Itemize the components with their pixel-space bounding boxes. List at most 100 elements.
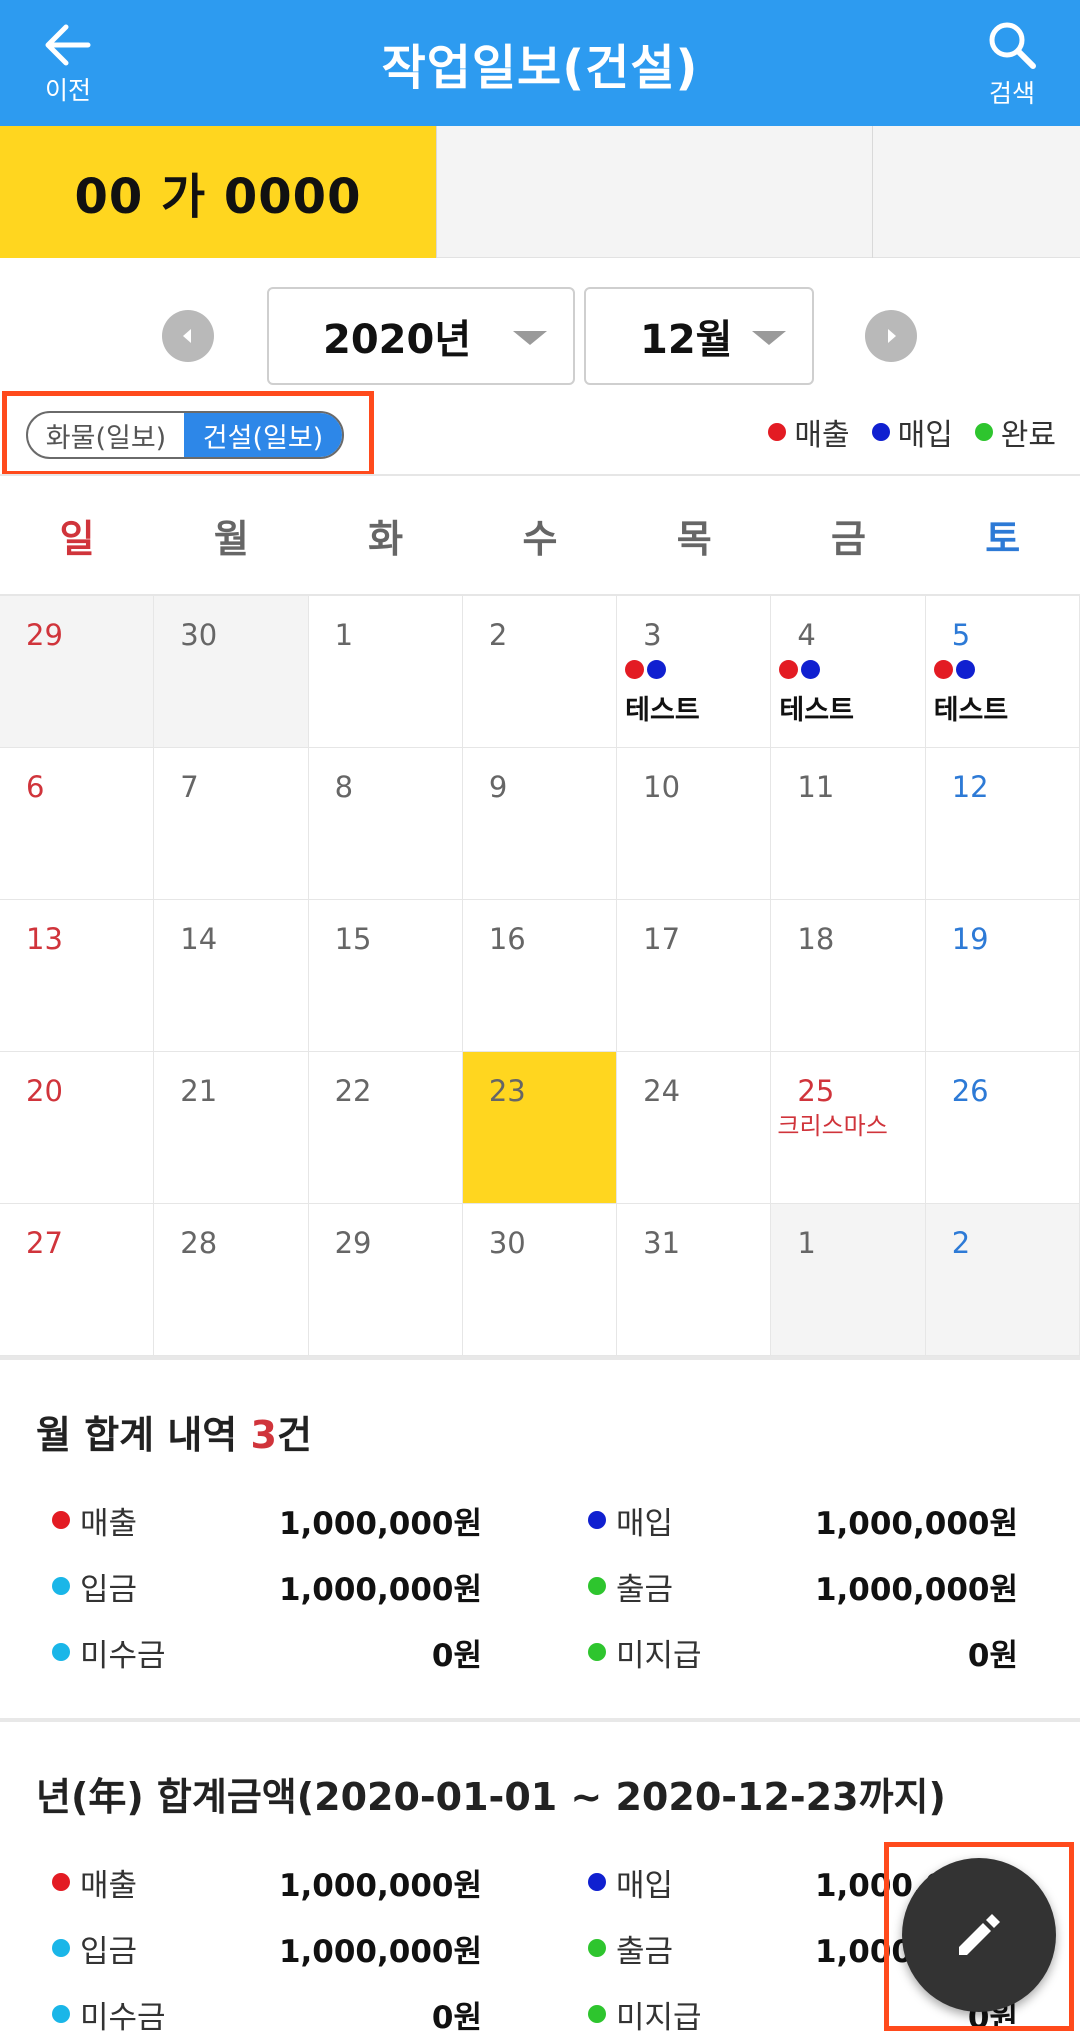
- mode-option-construction[interactable]: 건설(일보): [184, 413, 342, 457]
- mode-option-cargo[interactable]: 화물(일보): [28, 413, 184, 457]
- calendar-day[interactable]: 29: [0, 596, 155, 748]
- day-number: 9: [488, 770, 508, 804]
- year-value: 2020년: [323, 317, 472, 363]
- weekday-fri: 금: [830, 516, 866, 561]
- calendar-day[interactable]: 24: [617, 1052, 772, 1204]
- calendar-day[interactable]: 30: [462, 1204, 618, 1356]
- calendar-day[interactable]: 9: [462, 748, 618, 900]
- weekday-wed: 수: [522, 516, 558, 561]
- calendar-day[interactable]: 27: [0, 1204, 155, 1356]
- section-divider: [0, 1356, 1080, 1360]
- chevron-down-icon: [513, 331, 547, 345]
- calendar-day[interactable]: 8: [308, 748, 463, 900]
- search-label: 검색: [988, 79, 1035, 108]
- summary-label: 미지급: [616, 1999, 702, 2031]
- summary-dot: [52, 1939, 70, 1957]
- day-number: 25: [797, 1074, 835, 1108]
- month-select[interactable]: 12월: [584, 287, 814, 385]
- search-icon: [989, 22, 1036, 69]
- legend-item-sales: 매출: [768, 410, 850, 454]
- calendar-day[interactable]: 10: [617, 748, 772, 900]
- day-number: 29: [26, 618, 63, 652]
- calendar-day[interactable]: 20: [0, 1052, 155, 1204]
- write-button[interactable]: [902, 1858, 1056, 2012]
- caret-left-icon: [183, 329, 191, 343]
- calendar-day[interactable]: 7: [154, 748, 309, 900]
- calendar-day[interactable]: 22: [308, 1052, 463, 1204]
- summary-label: 매입: [616, 1867, 674, 1904]
- calendar-day[interactable]: 3 테스트: [617, 596, 772, 748]
- summary-dot: [588, 1939, 606, 1957]
- summary-value: 1,000,000원: [814, 1505, 1018, 1542]
- event-dot: [933, 660, 953, 679]
- day-number: 29: [334, 1226, 372, 1260]
- search-button[interactable]: 검색: [952, 10, 1072, 120]
- day-number: 11: [797, 770, 835, 804]
- legend-dot-purchase: [871, 423, 890, 441]
- yearly-summary-title: 년(年) 합계금액(2020-01-01 ~ 2020-12-23까지): [36, 1775, 946, 1819]
- calendar-day[interactable]: 31: [617, 1204, 772, 1356]
- day-number: 1: [334, 618, 354, 652]
- summary-row: 매입 1,000,000원: [588, 1500, 1018, 1542]
- calendar-grid: 29 30 1 2 3 테스트 4 테스트 5 테스트 6 7 8 9 10 11 12 13 14 15 16 17 18…: [0, 596, 1080, 1356]
- legend-label-sales: 매출: [794, 418, 850, 453]
- calendar-day[interactable]: 30: [154, 596, 309, 748]
- chevron-down-icon: [752, 331, 786, 345]
- calendar-day[interactable]: 11: [771, 748, 926, 900]
- weekday-sun: 일: [59, 516, 95, 561]
- day-number: 24: [643, 1074, 681, 1108]
- prev-month-button[interactable]: [162, 310, 214, 362]
- calendar-day[interactable]: 15: [308, 900, 463, 1052]
- next-month-button[interactable]: [865, 310, 917, 362]
- calendar-day[interactable]: 2: [925, 1204, 1080, 1356]
- calendar-day[interactable]: 28: [154, 1204, 309, 1356]
- mode-toggle[interactable]: 화물(일보) 건설(일보): [26, 411, 344, 459]
- summary-dot: [588, 1643, 606, 1661]
- year-select[interactable]: 2020년: [267, 287, 575, 385]
- calendar-day[interactable]: 17: [617, 900, 772, 1052]
- vehicle-tab-1[interactable]: 00 가 0000: [0, 126, 436, 258]
- event-dot: [955, 660, 975, 679]
- calendar-day[interactable]: 23: [462, 1052, 618, 1204]
- day-number: 2: [951, 1226, 971, 1260]
- day-number: 5: [951, 618, 971, 652]
- calendar-day[interactable]: 6: [0, 748, 155, 900]
- summary-row: 매출 1,000,000원: [52, 1862, 482, 1904]
- legend-label-purchase: 매입: [897, 418, 953, 453]
- vehicle-tab-3[interactable]: [872, 126, 1080, 258]
- calendar-day[interactable]: 18: [771, 900, 926, 1052]
- calendar-day[interactable]: 13: [0, 900, 155, 1052]
- calendar-day[interactable]: 1: [308, 596, 463, 748]
- calendar-day[interactable]: 2: [462, 596, 618, 748]
- calendar-day[interactable]: 26: [925, 1052, 1080, 1204]
- summary-row: 미수금 0원: [52, 1632, 482, 1674]
- summary-value: 1,000,000원: [814, 1571, 1018, 1608]
- summary-dot: [588, 1511, 606, 1529]
- calendar-day[interactable]: 12: [925, 748, 1080, 900]
- event-dots: [933, 660, 978, 679]
- day-number: 1: [797, 1226, 816, 1260]
- summary-value: 1,000,000원: [278, 1505, 482, 1542]
- monthly-summary-title-prefix: 월 합계 내역: [36, 1413, 251, 1457]
- monthly-summary-title: 월 합계 내역 3건: [36, 1404, 312, 1459]
- day-number: 22: [334, 1074, 372, 1108]
- event-label: 테스트: [779, 695, 854, 726]
- calendar-day[interactable]: 19: [925, 900, 1080, 1052]
- calendar-day[interactable]: 21: [154, 1052, 309, 1204]
- legend-dot-done: [974, 423, 993, 441]
- calendar-day[interactable]: 25 크리스마스: [771, 1052, 926, 1204]
- calendar-day[interactable]: 14: [154, 900, 309, 1052]
- vehicle-tab-bar: 00 가 0000: [0, 126, 1080, 258]
- day-number: 7: [180, 770, 199, 804]
- summary-value: 1,000,000원: [278, 1933, 482, 1970]
- calendar-day[interactable]: 29: [308, 1204, 463, 1356]
- calendar-day[interactable]: 1: [771, 1204, 926, 1356]
- calendar-day[interactable]: 5 테스트: [925, 596, 1080, 748]
- day-number: 15: [334, 922, 372, 956]
- calendar-day[interactable]: 16: [462, 900, 618, 1052]
- summary-row: 입금 1,000,000원: [52, 1928, 482, 1970]
- calendar-day[interactable]: 4 테스트: [771, 596, 926, 748]
- summary-dot: [52, 1643, 70, 1661]
- vehicle-tab-2[interactable]: [436, 126, 872, 258]
- month-value: 12월: [640, 317, 733, 363]
